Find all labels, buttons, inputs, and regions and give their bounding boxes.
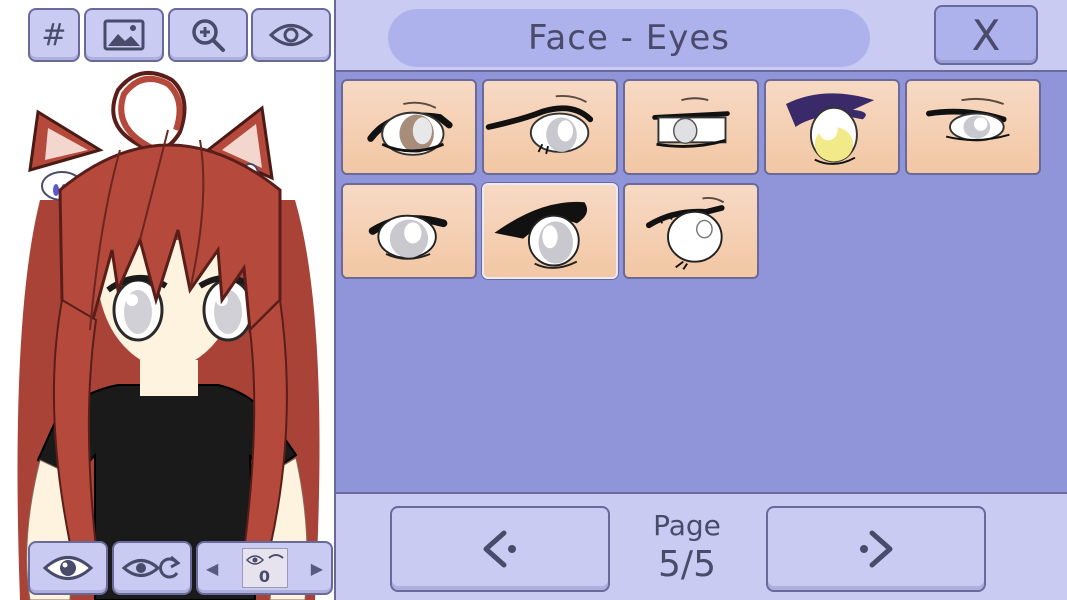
customization-panel: Face - Eyes X Page 5/5: [336, 0, 1067, 600]
eye-options-grid: [336, 72, 1067, 492]
zoom-in-icon: [192, 19, 225, 52]
grid-toggle-button[interactable]: #: [28, 8, 80, 62]
layer-next-arrow[interactable]: ▶: [311, 559, 323, 578]
eye-icon: [268, 24, 314, 46]
close-button[interactable]: X: [934, 5, 1038, 65]
eye-style-7-icon: [494, 201, 588, 269]
eye-style-4-icon: [786, 93, 875, 165]
eye-style-6-icon: [368, 214, 448, 260]
page-title: Face - Eyes: [388, 9, 870, 67]
header-bar: Face - Eyes X: [336, 0, 1067, 72]
pagination-bar: Page 5/5: [336, 492, 1067, 600]
layer-prev-arrow[interactable]: ◀: [206, 559, 218, 578]
zoom-button[interactable]: [168, 8, 248, 62]
preview-visibility-button[interactable]: [251, 8, 331, 62]
character-preview-panel: # ◀ 0 ▶: [0, 0, 336, 600]
page-number: 5/5: [658, 544, 716, 585]
chevron-left-icon: [483, 530, 516, 568]
background-button[interactable]: [84, 8, 164, 62]
previous-page-button[interactable]: [390, 506, 610, 592]
eye-style-1-icon: [367, 101, 453, 156]
eye-option-3[interactable]: [623, 79, 759, 175]
eye-option-1[interactable]: [341, 79, 477, 175]
eye-layer-icon: [245, 554, 284, 565]
page-label: Page: [653, 509, 721, 542]
eye-option-4[interactable]: [764, 79, 900, 175]
page-indicator: Page 5/5: [632, 508, 742, 592]
layer-thumbnail[interactable]: 0: [241, 548, 288, 588]
eye-icon: [42, 556, 94, 580]
image-icon: [103, 19, 145, 51]
eye-style-3-icon: [652, 97, 730, 148]
chevron-right-icon: [860, 530, 893, 568]
eye-option-5[interactable]: [905, 79, 1041, 175]
character-illustration: [17, 71, 320, 600]
eye-option-2[interactable]: [482, 79, 618, 175]
eye-option-7[interactable]: [482, 183, 618, 279]
eye-style-2-icon: [485, 95, 594, 155]
eye-visibility-toggle-button[interactable]: [28, 541, 108, 595]
eye-option-8[interactable]: [623, 183, 759, 279]
layer-selector: ◀ 0 ▶: [196, 541, 333, 595]
eye-style-5-icon: [926, 97, 1010, 142]
eye-refresh-icon: [121, 555, 181, 579]
grid-button-label: #: [41, 17, 67, 53]
eye-reset-button[interactable]: [112, 541, 192, 595]
eye-style-8-icon: [645, 196, 725, 270]
next-page-button[interactable]: [766, 506, 986, 592]
eye-option-6[interactable]: [341, 183, 477, 279]
